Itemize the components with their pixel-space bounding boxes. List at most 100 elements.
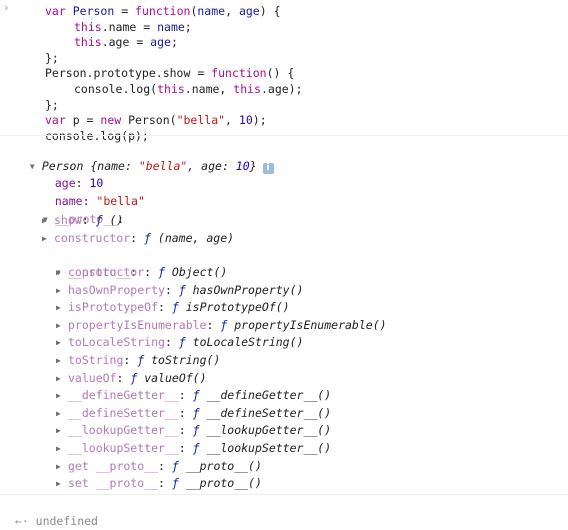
expand-arrow-right-icon[interactable]: ▶	[56, 475, 68, 492]
code-token: this	[74, 19, 102, 34]
function-f-icon: ƒ	[171, 476, 179, 491]
function-property-row[interactable]: ▶ show: ƒ ()	[42, 212, 123, 229]
function-f-icon: ƒ	[192, 423, 200, 438]
expand-arrow-right-icon[interactable]: ▶	[56, 458, 68, 475]
property-key: toLocaleString	[68, 335, 165, 350]
property-colon: :	[123, 353, 138, 367]
expand-arrow-right-icon[interactable]: ▶	[56, 264, 68, 281]
function-property-row[interactable]: ▶ hasOwnProperty: ƒ hasOwnProperty()	[56, 282, 303, 299]
expand-arrow-right-icon[interactable]: ▶	[56, 387, 68, 404]
result-return-icon: ←·	[14, 514, 29, 528]
expand-arrow-right-icon[interactable]: ▶	[56, 317, 68, 334]
expand-arrow-right-icon[interactable]: ▶	[56, 334, 68, 351]
code-line: var p = new Person("bella", 10);	[45, 113, 267, 128]
code-token: };	[45, 97, 59, 112]
function-signature: valueOf()	[144, 370, 207, 385]
code-token: console.log(	[74, 82, 158, 96]
property-key: get __proto__	[68, 458, 159, 473]
expand-arrow-right-icon[interactable]: ▶	[56, 370, 68, 387]
property-key: valueOf	[68, 370, 117, 385]
code-token: );	[252, 113, 267, 128]
code-token: };	[45, 50, 59, 65]
expand-arrow-right-icon[interactable]: ▶	[56, 352, 68, 369]
function-property-row[interactable]: ▶ propertyIsEnumerable: ƒ propertyIsEnume…	[56, 317, 387, 334]
function-property-row[interactable]: ▶ toString: ƒ toString()	[56, 352, 220, 369]
property-colon: :	[178, 423, 193, 438]
code-token: .age =	[101, 35, 151, 50]
result-separator	[0, 494, 568, 495]
property-key: __lookupGetter__	[68, 423, 179, 438]
code-token: Person.prototype.show =	[45, 66, 212, 81]
preview-colon: :	[124, 159, 139, 173]
function-f-icon: ƒ	[144, 230, 151, 245]
code-token: .name,	[184, 82, 234, 96]
code-token: .age);	[260, 82, 303, 96]
function-property-row[interactable]: ▶ __lookupSetter__: ƒ __lookupSetter__()	[56, 440, 331, 457]
function-property-row[interactable]: ▶ constructor: ƒ Object()	[56, 264, 227, 281]
function-f-icon: ƒ	[192, 405, 200, 420]
function-property-row[interactable]: ▶ toLocaleString: ƒ toLocaleString()	[56, 334, 303, 351]
function-property-row[interactable]: ▶ get __proto__: ƒ __proto__()	[56, 458, 262, 475]
function-f-icon: ƒ	[178, 282, 186, 297]
function-f-icon: ƒ	[192, 441, 200, 455]
function-f-icon: ƒ	[171, 300, 179, 315]
info-icon[interactable]: i	[262, 163, 274, 174]
function-signature: hasOwnProperty()	[192, 282, 304, 297]
property-key: constructor	[68, 265, 145, 279]
function-signature: __proto__()	[185, 458, 262, 473]
code-token: this	[157, 82, 185, 96]
code-token: age	[238, 4, 260, 18]
property-colon: :	[130, 230, 145, 245]
code-token: name	[197, 4, 226, 18]
property-key: __defineGetter__	[68, 388, 179, 403]
property-key: propertyIsEnumerable	[68, 317, 207, 332]
function-f-icon: ƒ	[178, 335, 186, 350]
expand-arrow-right-icon[interactable]: ▶	[42, 230, 54, 247]
expand-arrow-right-icon[interactable]: ▶	[42, 212, 54, 229]
preview-value-age: 10	[235, 159, 250, 173]
property-colon: :	[206, 317, 221, 332]
function-property-row[interactable]: ▶ __lookupGetter__: ƒ __lookupGetter__()	[56, 422, 331, 439]
function-signature: Object()	[171, 265, 228, 279]
code-token: this	[233, 82, 261, 96]
code-line: Person.prototype.show = function() {	[45, 66, 294, 81]
code-token: new	[100, 113, 122, 128]
function-property-row[interactable]: ▶ isPrototypeOf: ƒ isPrototypeOf()	[56, 299, 290, 316]
property-key: __lookupSetter__	[68, 441, 179, 455]
property-colon: :	[164, 282, 179, 297]
function-signature: toLocaleString()	[192, 335, 304, 350]
function-property-row[interactable]: ▶ valueOf: ƒ valueOf()	[56, 370, 207, 387]
code-token: p =	[65, 113, 101, 128]
preview-key-age: age	[201, 159, 222, 173]
code-token: var	[45, 113, 66, 128]
code-token: function	[135, 4, 191, 18]
proto-row-level1[interactable]: ▼ __proto__:	[29, 194, 124, 226]
function-signature: __proto__()	[185, 476, 262, 491]
property-colon: :	[178, 441, 193, 455]
expand-arrow-right-icon[interactable]: ▶	[56, 440, 68, 457]
proto-row-level2[interactable]: ▼ __proto__:	[42, 247, 137, 279]
property-colon: :	[144, 265, 159, 279]
property-colon: :	[178, 405, 193, 420]
expand-arrow-right-icon[interactable]: ▶	[56, 405, 68, 422]
code-line: console.log(this.name, this.age);	[74, 82, 303, 97]
function-property-row[interactable]: ▶ __defineGetter__: ƒ __defineGetter__()	[56, 387, 331, 404]
function-property-row[interactable]: ▶ constructor: ƒ (name, age)	[42, 230, 234, 247]
code-token: =	[114, 4, 136, 18]
expand-arrow-right-icon[interactable]: ▶	[56, 282, 68, 299]
code-token: age	[150, 35, 171, 50]
expand-arrow-right-icon[interactable]: ▶	[56, 422, 68, 439]
function-property-row[interactable]: ▶ set __proto__: ƒ __proto__()	[56, 475, 262, 492]
function-property-row[interactable]: ▶ __defineSetter__: ƒ __defineSetter__()	[56, 405, 331, 422]
function-f-icon: ƒ	[158, 265, 165, 279]
expand-arrow-right-icon[interactable]: ▶	[56, 299, 68, 316]
object-root-row[interactable]: ▼ Person {name: "bella", age: 10} i	[16, 141, 274, 174]
code-token: ) {	[259, 4, 281, 18]
function-f-icon: ƒ	[192, 388, 200, 403]
property-row-age: age: 10	[41, 158, 104, 190]
property-key: hasOwnProperty	[68, 282, 165, 297]
